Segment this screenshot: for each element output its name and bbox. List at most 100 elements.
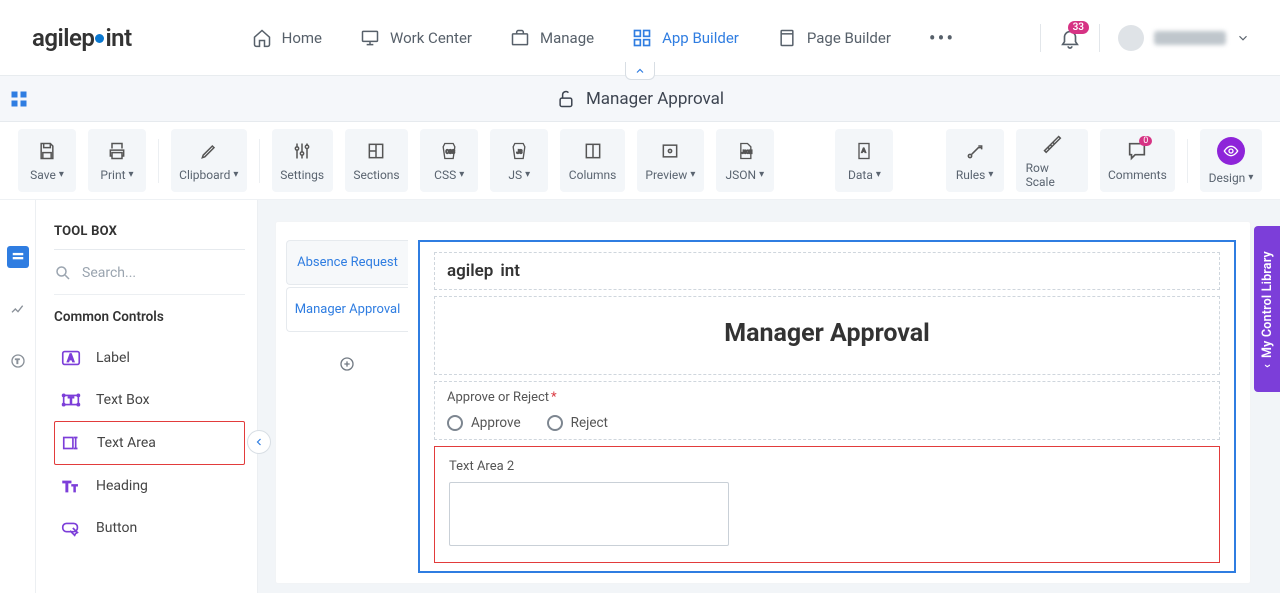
rules-button[interactable]: Rules▾ <box>946 129 1004 192</box>
form-canvas[interactable]: agilepint Manager Approval Approve or Re… <box>418 240 1236 573</box>
tab-manager-approval[interactable]: Manager Approval <box>286 287 408 332</box>
save-button[interactable]: Save▾ <box>18 129 76 192</box>
plus-circle-icon <box>339 356 355 372</box>
preview-button[interactable]: Preview▾ <box>637 129 704 192</box>
json-button[interactable]: JSON JSON▾ <box>716 129 774 192</box>
print-button[interactable]: Print▾ <box>88 129 146 192</box>
search-icon <box>54 264 72 282</box>
pencil-icon <box>199 140 219 162</box>
apps-grid-button[interactable] <box>4 90 34 108</box>
json-label: JSON <box>726 168 757 182</box>
nav-work-center[interactable]: Work Center <box>360 28 472 48</box>
heading-icon: TT <box>60 475 82 497</box>
control-text-box[interactable]: T Text Box <box>54 379 245 421</box>
control-text-box-text: Text Box <box>96 392 150 408</box>
radio-reject[interactable]: Reject <box>547 415 608 431</box>
nav-manage[interactable]: Manage <box>510 28 594 48</box>
user-menu[interactable] <box>1118 25 1250 51</box>
notifications-button[interactable]: 33 <box>1059 27 1081 49</box>
svg-text:T: T <box>15 358 19 366</box>
form-header-row[interactable]: agilepint <box>434 252 1220 290</box>
css-icon: CSS <box>439 140 459 162</box>
textbox-icon: T <box>60 389 82 411</box>
notification-badge: 33 <box>1068 21 1089 34</box>
logo-dot-icon <box>493 268 500 275</box>
data-label: Data <box>848 168 873 182</box>
radio-icon <box>547 415 563 431</box>
js-button[interactable]: JS JS▾ <box>490 129 548 192</box>
radio-approve[interactable]: Approve <box>447 415 521 431</box>
tab-absence-request[interactable]: Absence Request <box>286 240 408 285</box>
columns-icon <box>583 140 603 162</box>
columns-button[interactable]: Columns <box>560 129 625 192</box>
page-title-text: Manager Approval <box>586 89 724 109</box>
left-tab-chart[interactable] <box>7 298 29 320</box>
control-label[interactable]: A Label <box>54 337 245 379</box>
textarea-input[interactable] <box>449 482 729 546</box>
data-button[interactable]: A Data▾ <box>835 129 893 192</box>
chevron-left-icon: ‹ <box>1260 363 1275 367</box>
js-icon: JS <box>509 140 529 162</box>
control-text-area-text: Text Area <box>97 435 156 451</box>
css-button[interactable]: CSS CSS▾ <box>420 129 478 192</box>
sections-icon <box>366 140 386 162</box>
collapse-toolbox-button[interactable] <box>247 430 271 454</box>
svg-text:JS: JS <box>517 149 523 155</box>
rowscale-button[interactable]: Row Scale <box>1016 129 1088 192</box>
control-text-area[interactable]: Text Area <box>54 421 245 465</box>
add-tab-button[interactable] <box>339 356 355 372</box>
svg-text:T: T <box>68 397 74 407</box>
nav-page-builder[interactable]: Page Builder <box>777 28 891 48</box>
more-icon: ••• <box>929 26 955 50</box>
form-approve-row[interactable]: Approve or Reject* Approve Reject <box>434 381 1220 440</box>
clipboard-label: Clipboard <box>179 168 230 182</box>
print-label: Print <box>100 168 125 182</box>
sliders-icon <box>292 140 312 162</box>
columns-label: Columns <box>569 168 617 182</box>
radio-icon <box>447 415 463 431</box>
control-heading[interactable]: TT Heading <box>54 465 245 507</box>
page-icon <box>777 28 797 48</box>
form-title-row[interactable]: Manager Approval <box>434 296 1220 375</box>
form-title: Manager Approval <box>447 305 1207 366</box>
comments-label: Comments <box>1108 168 1167 182</box>
control-button-text: Button <box>96 520 137 536</box>
nav-page-builder-label: Page Builder <box>807 29 891 47</box>
separator <box>1187 139 1188 183</box>
approve-label: Approve or Reject <box>447 390 549 405</box>
comment-icon: 0 <box>1126 140 1148 162</box>
save-label: Save <box>30 168 56 182</box>
button-icon <box>60 517 82 539</box>
left-tab-form[interactable] <box>7 246 29 268</box>
rowscale-label: Row Scale <box>1026 161 1078 189</box>
apps-icon <box>10 90 28 108</box>
chevron-left-icon <box>253 436 265 448</box>
svg-text:JSON: JSON <box>742 150 753 155</box>
chevron-up-icon <box>634 65 646 77</box>
sections-button[interactable]: Sections <box>345 129 408 192</box>
control-heading-text: Heading <box>96 478 148 494</box>
toolbox-search[interactable]: Search... <box>54 264 245 295</box>
design-button[interactable]: Design▾ <box>1200 129 1262 192</box>
svg-text:A: A <box>862 146 867 154</box>
required-mark: * <box>551 390 557 405</box>
design-label: Design <box>1209 171 1246 185</box>
clipboard-button[interactable]: Clipboard▾ <box>171 129 247 192</box>
search-placeholder: Search... <box>82 265 136 281</box>
home-icon <box>252 28 272 48</box>
svg-text:T: T <box>63 480 71 496</box>
left-tab-text[interactable]: T <box>7 350 29 372</box>
collapse-nav-button[interactable] <box>625 62 655 80</box>
nav-home[interactable]: Home <box>252 28 322 48</box>
nav-more[interactable]: ••• <box>929 26 955 50</box>
control-library-panel[interactable]: ‹ My Control Library <box>1254 226 1280 392</box>
nav-work-center-label: Work Center <box>390 29 472 47</box>
settings-button[interactable]: Settings <box>272 129 333 192</box>
comments-button[interactable]: 0 Comments <box>1100 129 1175 192</box>
form-textarea-row[interactable]: Text Area 2 <box>434 446 1220 563</box>
page-title: Manager Approval <box>556 89 724 109</box>
nav-app-builder[interactable]: App Builder <box>632 28 739 48</box>
control-button[interactable]: Button <box>54 507 245 549</box>
briefcase-icon <box>510 28 530 48</box>
textarea-label: Text Area 2 <box>449 459 1205 474</box>
